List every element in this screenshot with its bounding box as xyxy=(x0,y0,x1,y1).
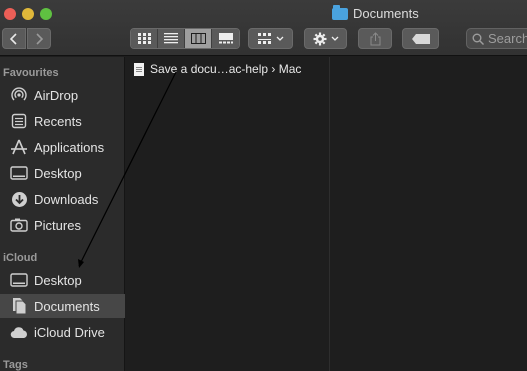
tag-icon xyxy=(411,33,430,44)
cloud-icon xyxy=(10,323,28,341)
sidebar-item-applications[interactable]: Applications xyxy=(0,135,125,159)
group-icon xyxy=(257,33,271,44)
sidebar-item-label: Desktop xyxy=(34,165,82,181)
search-placeholder: Search xyxy=(488,31,527,46)
sidebar-item-icloud-desktop[interactable]: Desktop xyxy=(0,268,125,292)
grid-icon xyxy=(137,33,151,44)
gallery-icon xyxy=(218,33,233,44)
file-name: Save a docu…ac-help › Mac xyxy=(150,62,302,76)
columns-icon xyxy=(190,33,206,44)
gear-icon xyxy=(313,32,326,45)
folder-icon xyxy=(332,4,348,20)
browser-column-documents[interactable]: Save a docu…ac-help › Mac xyxy=(126,57,330,371)
chevron-left-icon xyxy=(10,32,17,45)
sidebar-item-label: Applications xyxy=(34,139,105,155)
sidebar-item-downloads[interactable]: Downloads xyxy=(0,187,125,211)
share-icon xyxy=(370,31,380,45)
sidebar-item-pictures[interactable]: Pictures xyxy=(0,213,125,237)
window-titlebar: Documents Search xyxy=(0,0,527,56)
list-view-button[interactable] xyxy=(158,29,185,48)
pictures-icon xyxy=(10,216,28,234)
chevron-right-icon xyxy=(36,32,43,45)
sidebar-item-airdrop[interactable]: AirDrop xyxy=(0,83,125,107)
sidebar-section-icloud: iCloud xyxy=(3,252,38,264)
window-title: Documents xyxy=(332,4,419,21)
document-icon xyxy=(134,62,144,76)
sidebar-item-label: AirDrop xyxy=(34,87,79,103)
window-title-label: Documents xyxy=(353,6,419,21)
view-mode-group xyxy=(130,28,240,49)
sidebar-item-label: Desktop xyxy=(34,272,82,288)
search-field[interactable]: Search xyxy=(466,28,527,49)
documents-icon xyxy=(10,297,28,315)
icon-view-button[interactable] xyxy=(131,29,158,48)
column-view-button[interactable] xyxy=(185,29,212,48)
applications-icon xyxy=(10,138,28,156)
minimize-window-button[interactable] xyxy=(22,8,34,20)
tags-button[interactable] xyxy=(402,28,439,49)
desktop-icon xyxy=(10,271,28,289)
sidebar-item-recents[interactable]: Recents xyxy=(0,109,125,133)
action-menu-button[interactable] xyxy=(304,28,347,49)
sidebar-item-desktop[interactable]: Desktop xyxy=(0,161,125,185)
recents-icon xyxy=(10,112,28,130)
file-row[interactable]: Save a docu…ac-help › Mac xyxy=(126,59,330,79)
zoom-window-button[interactable] xyxy=(40,8,52,20)
chevron-down-icon xyxy=(276,36,283,41)
chevron-down-icon xyxy=(331,36,338,41)
sidebar-section-tags: Tags xyxy=(3,359,28,371)
sidebar-section-favourites: Favourites xyxy=(3,67,59,79)
forward-button[interactable] xyxy=(27,28,51,49)
sidebar-item-label: iCloud Drive xyxy=(34,324,105,340)
gallery-view-button[interactable] xyxy=(212,29,239,48)
share-button[interactable] xyxy=(358,28,392,49)
sidebar-item-documents[interactable]: Documents xyxy=(0,294,125,318)
search-icon xyxy=(472,33,484,45)
desktop-icon xyxy=(10,164,28,182)
downloads-icon xyxy=(10,190,28,208)
sidebar-item-label: Downloads xyxy=(34,191,99,207)
sidebar-item-label: Documents xyxy=(34,298,100,314)
browser-column-empty[interactable] xyxy=(331,57,527,371)
back-button[interactable] xyxy=(2,28,26,49)
sidebar-item-label: Recents xyxy=(34,113,82,129)
airdrop-icon xyxy=(10,86,28,104)
list-icon xyxy=(164,33,178,44)
sidebar-item-label: Pictures xyxy=(34,217,81,233)
sidebar-item-icloud-drive[interactable]: iCloud Drive xyxy=(0,320,125,344)
sidebar: Favourites AirDrop Recents Applications … xyxy=(0,57,125,371)
group-by-button[interactable] xyxy=(248,28,293,49)
close-window-button[interactable] xyxy=(4,8,16,20)
